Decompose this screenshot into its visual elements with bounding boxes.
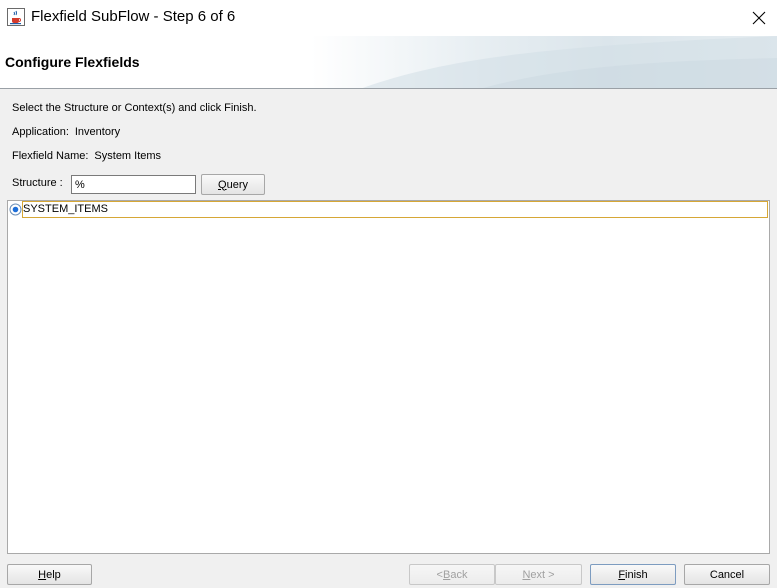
next-mnemonic: N <box>522 568 531 581</box>
banner-decoration <box>362 36 777 88</box>
finish-label: inish <box>625 568 648 581</box>
list-item-label: SYSTEM_ITEMS <box>22 201 768 218</box>
application-row: Application: Inventory <box>12 126 120 138</box>
query-label: uery <box>226 178 248 191</box>
back-label: ack <box>450 568 468 581</box>
help-label: elp <box>46 568 61 581</box>
structure-input[interactable] <box>71 175 196 194</box>
java-cup-icon <box>7 8 25 26</box>
close-icon <box>752 11 765 25</box>
finish-button[interactable]: Finish <box>590 564 676 585</box>
window-title: Flexfield SubFlow - Step 6 of 6 <box>31 8 236 25</box>
page-title: Configure Flexfields <box>5 54 140 70</box>
flexfield-label: Flexfield Name: <box>12 150 89 162</box>
list-item[interactable]: SYSTEM_ITEMS <box>8 201 769 219</box>
back-mnemonic: B <box>442 568 451 581</box>
query-button[interactable]: Query <box>201 174 265 195</box>
query-mnemonic: Q <box>218 178 227 191</box>
close-button[interactable] <box>740 0 777 36</box>
help-button[interactable]: Help <box>7 564 92 585</box>
title-bar: Flexfield SubFlow - Step 6 of 6 <box>0 0 777 36</box>
cancel-button[interactable]: Cancel <box>684 564 770 585</box>
application-value: Inventory <box>74 126 121 138</box>
structure-label: Structure : <box>12 177 63 189</box>
application-label: Application: <box>12 126 69 138</box>
flexfield-value: System Items <box>94 150 162 162</box>
structure-list: SYSTEM_ITEMS <box>7 200 770 554</box>
next-button[interactable]: Next > <box>495 564 582 585</box>
dialog-window: Flexfield SubFlow - Step 6 of 6 Configur… <box>0 0 777 588</box>
help-mnemonic: H <box>38 568 47 581</box>
radio-selected-icon[interactable] <box>9 203 22 216</box>
instructions-text: Select the Structure or Context(s) and c… <box>12 102 257 114</box>
finish-mnemonic: F <box>618 568 626 581</box>
next-label: ext > <box>530 568 555 581</box>
back-button[interactable]: < Back <box>409 564 495 585</box>
flexfield-row: Flexfield Name: System Items <box>12 150 161 162</box>
header-banner: Configure Flexfields <box>0 36 777 89</box>
